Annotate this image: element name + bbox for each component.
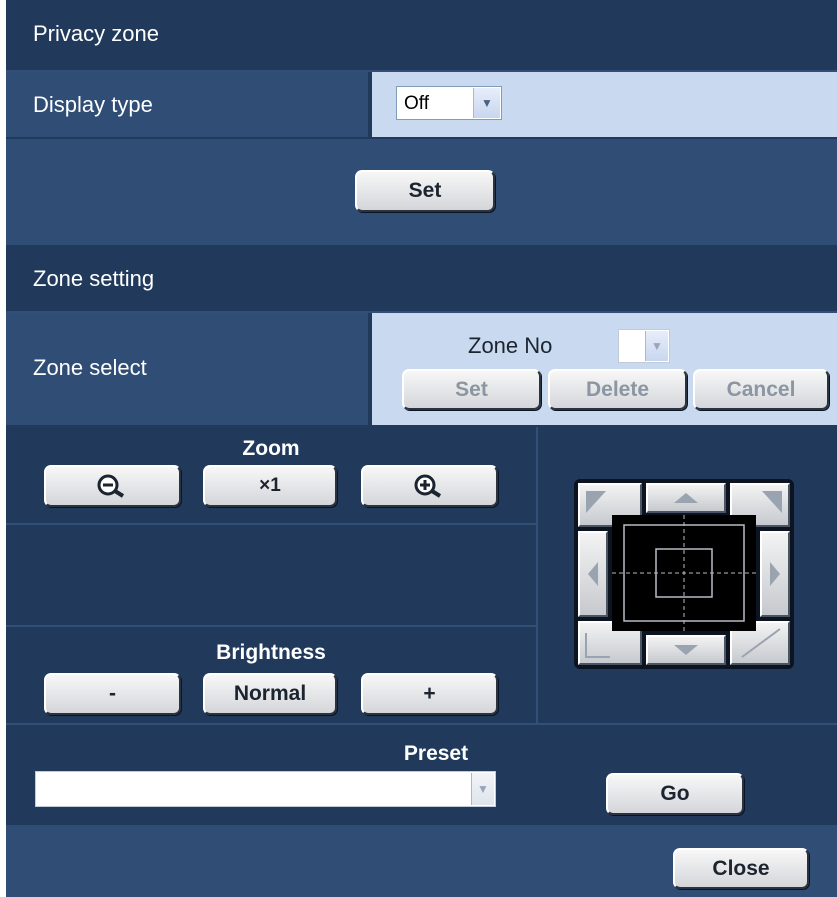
brightness-normal-button[interactable]: Normal xyxy=(203,673,337,715)
display-type-value-cell: Off ▼ xyxy=(372,72,837,137)
chevron-down-icon: ▼ xyxy=(473,88,500,118)
pan-right-button[interactable] xyxy=(760,531,790,617)
divider xyxy=(6,625,536,627)
zone-select-label-cell: Zone select xyxy=(6,313,368,425)
pan-left-button[interactable] xyxy=(578,531,608,617)
pan-down-button[interactable] xyxy=(646,635,726,665)
zone-set-button[interactable]: Set xyxy=(402,369,541,410)
zoom-title: Zoom xyxy=(242,437,300,460)
direction-pad xyxy=(574,479,794,669)
zoom-out-icon xyxy=(97,474,124,498)
pan-up-button[interactable] xyxy=(646,483,726,513)
brightness-title: Brightness xyxy=(216,641,326,664)
arrow-up-icon xyxy=(674,493,698,503)
pan-tilt-area[interactable] xyxy=(612,515,756,631)
zone-no-label: Zone No xyxy=(468,333,553,358)
zoom-in-icon xyxy=(414,474,441,498)
display-type-select[interactable]: Off ▼ xyxy=(396,86,502,120)
preset-title: Preset xyxy=(403,742,469,765)
crosshair-grid-icon xyxy=(612,515,756,631)
zoom-out-button[interactable] xyxy=(44,465,181,507)
close-button[interactable]: Close xyxy=(673,848,809,889)
privacy-zone-title: Privacy zone xyxy=(33,21,159,46)
chevron-down-icon: ▼ xyxy=(645,331,668,361)
zone-no-select[interactable]: ▼ xyxy=(618,329,670,363)
arrow-left-icon xyxy=(588,562,598,586)
display-type-value: Off xyxy=(404,93,429,114)
display-type-label-cell: Display type xyxy=(6,72,368,137)
divider xyxy=(6,523,536,525)
zone-delete-button[interactable]: Delete xyxy=(548,369,687,410)
arrow-down-icon xyxy=(674,645,698,655)
vertical-divider xyxy=(536,427,538,723)
zoom-in-button[interactable] xyxy=(361,465,498,507)
chevron-down-icon: ▼ xyxy=(471,773,494,805)
zone-setting-title: Zone setting xyxy=(33,266,155,291)
preset-select[interactable]: ▼ xyxy=(35,771,496,807)
display-type-label: Display type xyxy=(33,92,153,117)
preset-go-button[interactable]: Go xyxy=(606,773,744,815)
zone-select-label: Zone select xyxy=(33,355,147,380)
privacy-zone-header: Privacy zone xyxy=(6,0,837,70)
privacy-set-button[interactable]: Set xyxy=(355,170,495,212)
brightness-plus-button[interactable]: + xyxy=(361,673,498,715)
zoom-reset-button[interactable]: ×1 xyxy=(203,465,337,507)
zone-cancel-button[interactable]: Cancel xyxy=(693,369,829,410)
arrow-right-icon xyxy=(770,562,780,586)
zone-setting-header: Zone setting xyxy=(6,247,837,311)
brightness-minus-button[interactable]: - xyxy=(44,673,181,715)
privacy-zone-panel: Privacy zone Display type Off ▼ Set Zone… xyxy=(6,0,837,897)
